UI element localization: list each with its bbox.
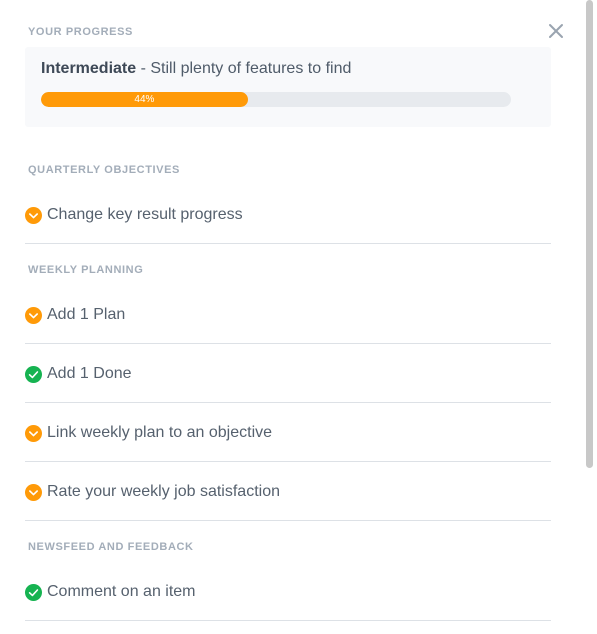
task-item-comment[interactable]: Comment on an item bbox=[25, 561, 551, 621]
check-icon bbox=[25, 366, 42, 383]
progress-percent: 44% bbox=[134, 94, 155, 105]
close-button[interactable] bbox=[545, 20, 567, 42]
chevron-down-icon bbox=[25, 307, 42, 324]
progress-bar-fill: 44% bbox=[41, 92, 248, 107]
task-label: Link weekly plan to an objective bbox=[47, 424, 273, 441]
section-label-newsfeed-feedback: NEWSFEED AND FEEDBACK bbox=[28, 541, 194, 553]
task-label: Comment on an item bbox=[47, 583, 196, 600]
progress-level: Intermediate bbox=[41, 60, 137, 77]
section-label-weekly-planning: WEEKLY PLANNING bbox=[28, 264, 144, 276]
task-label: Rate your weekly job satisfaction bbox=[47, 483, 280, 500]
section-label-quarterly-objectives: QUARTERLY OBJECTIVES bbox=[28, 164, 180, 176]
progress-level-desc: - Still plenty of features to find bbox=[136, 60, 352, 77]
progress-level-line: Intermediate - Still plenty of features … bbox=[41, 60, 351, 78]
task-label: Add 1 Plan bbox=[47, 306, 126, 323]
task-label: Add 1 Done bbox=[47, 365, 132, 382]
progress-panel: YOUR PROGRESS Intermediate - Still plent… bbox=[0, 0, 597, 634]
scrollbar[interactable] bbox=[586, 0, 593, 468]
task-item-add-done[interactable]: Add 1 Done bbox=[25, 343, 551, 403]
task-item-add-plan[interactable]: Add 1 Plan bbox=[25, 284, 551, 344]
chevron-down-icon bbox=[25, 425, 42, 442]
task-label: Change key result progress bbox=[47, 206, 243, 223]
section-label-progress: YOUR PROGRESS bbox=[28, 26, 133, 38]
progress-bar: 44% bbox=[41, 92, 511, 107]
task-item-rate-satisfaction[interactable]: Rate your weekly job satisfaction bbox=[25, 461, 551, 521]
chevron-down-icon bbox=[25, 207, 42, 224]
task-item-link-plan-objective[interactable]: Link weekly plan to an objective bbox=[25, 402, 551, 462]
task-item-change-key-result[interactable]: Change key result progress bbox=[25, 184, 551, 244]
check-icon bbox=[25, 584, 42, 601]
chevron-down-icon bbox=[25, 484, 42, 501]
progress-card: Intermediate - Still plenty of features … bbox=[25, 47, 551, 127]
close-icon bbox=[549, 24, 563, 38]
